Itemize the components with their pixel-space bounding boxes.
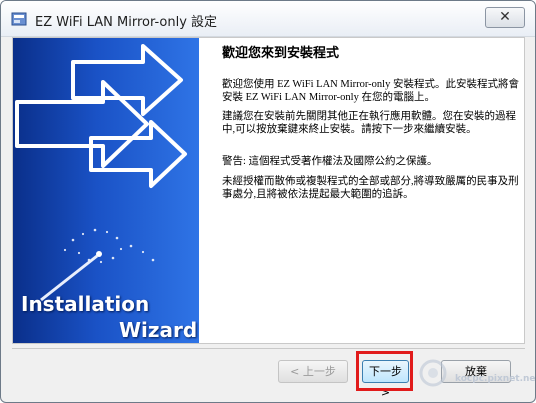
title-bar: EZ WiFi LAN Mirror-only 設定 ✕ — [1, 1, 535, 37]
close-button[interactable]: ✕ — [485, 7, 525, 28]
next-button-highlight — [356, 351, 413, 391]
wizard-content: Installation Wizard 歡迎您來到安裝程式 歡迎您使用 EZ W… — [12, 37, 525, 344]
instructions-paragraph: 建議您在安裝前先關閉其他正在執行應用軟體。您在安裝的過程中,可以按放棄鍵來終止安… — [222, 111, 516, 135]
wizard-banner: Installation Wizard — [13, 38, 199, 343]
banner-title-line1: Installation — [21, 292, 150, 316]
close-icon: ✕ — [499, 9, 511, 25]
intro-paragraph: 歡迎您使用 EZ WiFi LAN Mirror-only 安裝程式。此安裝程式… — [222, 79, 519, 103]
legal-paragraph: 未經授權而散佈或複製程式的全部或部分,將導致嚴厲的民事及刑事處分,且將被依法提起… — [222, 176, 519, 200]
window-title: EZ WiFi LAN Mirror-only 設定 — [35, 15, 218, 30]
watermark: kocpc.pixnet.net — [415, 355, 536, 391]
installer-app-icon — [11, 12, 27, 26]
banner-title-line2: Wizard — [119, 318, 198, 342]
watermark-logo-icon — [419, 359, 447, 387]
back-button[interactable]: < 上一步 — [278, 360, 348, 383]
warning-paragraph: 警告: 這個程式受著作權法及國際公約之保護。 — [222, 156, 438, 167]
button-separator — [12, 348, 525, 349]
watermark-text: kocpc.pixnet.net — [455, 374, 536, 384]
welcome-heading: 歡迎您來到安裝程式 — [222, 46, 340, 61]
installer-window: EZ WiFi LAN Mirror-only 設定 ✕ Installatio… — [0, 0, 536, 403]
